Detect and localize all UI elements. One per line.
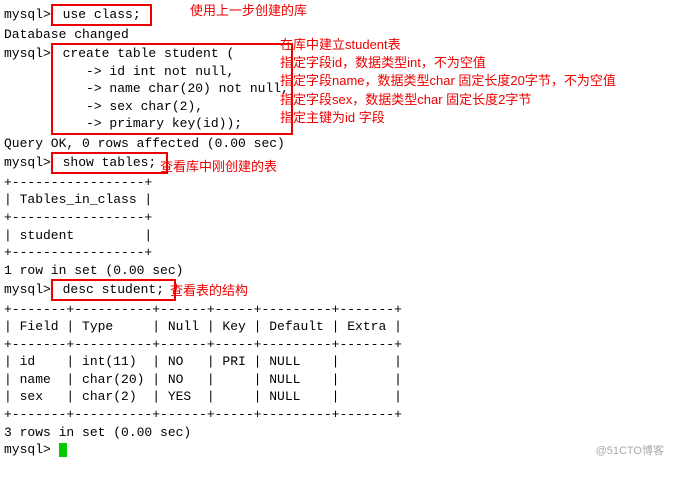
cursor-icon (59, 443, 67, 457)
line-desc-student: mysql> desc student; (4, 279, 670, 301)
annotation-show-tables: 查看库中刚创建的表 (160, 158, 277, 176)
cont: -> (55, 116, 102, 131)
annotation-create-l3: 指定字段sex，数据类型char 固定长度2字节 (280, 91, 616, 109)
cmd-create-table-box: create table student ( -> id int not nul… (51, 43, 293, 135)
output-desc-sep-2: +-------+----------+------+-----+-------… (4, 336, 670, 354)
prompt: mysql> (4, 46, 51, 61)
cont: -> (55, 64, 102, 79)
output-tables-sep-1: +-----------------+ (4, 174, 670, 192)
cmd-desc-student: desc student; (51, 279, 176, 301)
cmd-col-sex: sex char(2), (102, 99, 203, 114)
cont: -> (55, 99, 102, 114)
annotation-create-title: 在库中建立student表 (280, 36, 616, 54)
prompt: mysql> (4, 442, 51, 457)
annotation-desc: 查看表的结构 (170, 282, 248, 300)
output-desc-header: | Field | Type | Null | Key | Default | … (4, 318, 670, 336)
cmd-col-name: name char(20) not null, (102, 81, 289, 96)
output-desc-row-name: | name | char(20) | NO | | NULL | | (4, 371, 670, 389)
annotation-create-l1: 指定字段id，数据类型int，不为空值 (280, 54, 616, 72)
cmd-use-class: use class; (51, 4, 153, 26)
output-query-ok: Query OK, 0 rows affected (0.00 sec) (4, 135, 670, 153)
output-desc-sep-3: +-------+----------+------+-----+-------… (4, 406, 670, 424)
prompt: mysql> (4, 155, 51, 170)
annotation-create-table: 在库中建立student表 指定字段id，数据类型int，不为空值 指定字段na… (280, 36, 616, 127)
output-tables-header: | Tables_in_class | (4, 191, 670, 209)
output-rows-3: 3 rows in set (0.00 sec) (4, 424, 670, 442)
prompt: mysql> (4, 7, 51, 22)
cmd-show-tables: show tables; (51, 152, 168, 174)
output-desc-sep-1: +-------+----------+------+-----+-------… (4, 301, 670, 319)
watermark: @51CTO博客 (596, 444, 664, 459)
cmd-create-head: create table student ( (55, 46, 234, 61)
prompt: mysql> (4, 282, 51, 297)
cmd-col-id: id int not null, (102, 64, 235, 79)
output-rows-1: 1 row in set (0.00 sec) (4, 262, 670, 280)
annotation-create-l2: 指定字段name，数据类型char 固定长度20字节，不为空值 (280, 72, 616, 90)
output-desc-row-sex: | sex | char(2) | YES | | NULL | | (4, 388, 670, 406)
annotation-use-db: 使用上一步创建的库 (190, 2, 307, 20)
annotation-create-l4: 指定主键为id 字段 (280, 109, 616, 127)
output-tables-row: | student | (4, 227, 670, 245)
output-desc-row-id: | id | int(11) | NO | PRI | NULL | | (4, 353, 670, 371)
line-final-prompt: mysql> (4, 441, 670, 459)
output-tables-sep-3: +-----------------+ (4, 244, 670, 262)
line-show-tables: mysql> show tables; (4, 152, 670, 174)
cmd-col-pk: primary key(id)); (102, 116, 242, 131)
output-tables-sep-2: +-----------------+ (4, 209, 670, 227)
cont: -> (55, 81, 102, 96)
line-use-class: mysql> use class; (4, 4, 670, 26)
